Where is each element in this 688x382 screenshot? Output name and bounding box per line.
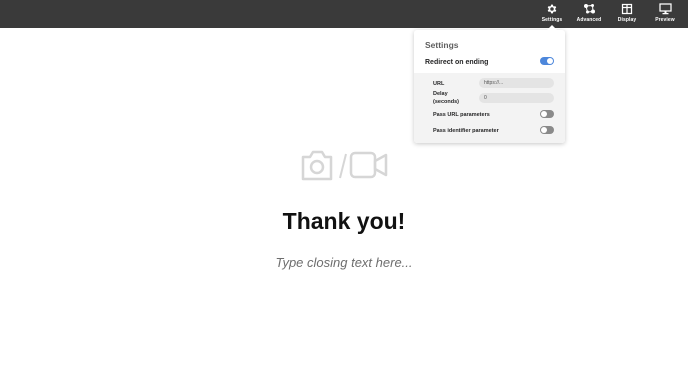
monitor-icon [658, 3, 672, 15]
nodes-icon [583, 4, 595, 14]
closing-text-placeholder[interactable]: Type closing text here... [0, 255, 688, 270]
gear-icon [547, 4, 557, 14]
media-upload-placeholder[interactable] [300, 148, 390, 182]
pass-identifier-parameter-toggle[interactable] [540, 126, 554, 134]
url-input[interactable] [479, 78, 554, 88]
pass-url-parameters-label: Pass URL parameters [433, 112, 490, 118]
pass-identifier-parameter-label: Pass identifier parameter [433, 128, 499, 134]
toolbar-advanced-button[interactable]: Advanced [574, 0, 604, 28]
delay-label: Delay (seconds) [433, 91, 459, 105]
toolbar-preview-label: Preview [655, 17, 675, 23]
redirect-on-ending-toggle[interactable] [540, 57, 554, 65]
toggle-knob [547, 58, 553, 64]
settings-panel: Settings Redirect on ending URL Delay (s… [414, 30, 565, 143]
toolbar-settings-label: Settings [541, 17, 563, 23]
slash-divider [339, 153, 347, 179]
toolbar-preview-button[interactable]: Preview [651, 0, 679, 28]
toggle-knob [541, 111, 547, 117]
top-toolbar: Settings Advanced Display Preview [0, 0, 688, 28]
toolbar-settings-button[interactable]: Settings [538, 0, 566, 28]
video-camera-icon [349, 151, 388, 179]
toggle-knob [541, 127, 547, 133]
settings-panel-title: Settings [425, 40, 459, 50]
camera-icon [301, 150, 333, 181]
toolbar-advanced-label: Advanced [576, 17, 602, 23]
delay-input[interactable] [479, 93, 554, 103]
settings-panel-caret [547, 25, 557, 30]
toolbar-display-label: Display [617, 17, 637, 23]
redirect-on-ending-label: Redirect on ending [425, 59, 489, 66]
ending-heading[interactable]: Thank you! [0, 208, 688, 235]
toolbar-display-button[interactable]: Display [613, 0, 641, 28]
layout-icon [621, 3, 633, 15]
pass-url-parameters-toggle[interactable] [540, 110, 554, 118]
url-label: URL [433, 81, 445, 87]
redirect-options-section: URL Delay (seconds) Pass URL parameters … [414, 73, 565, 143]
